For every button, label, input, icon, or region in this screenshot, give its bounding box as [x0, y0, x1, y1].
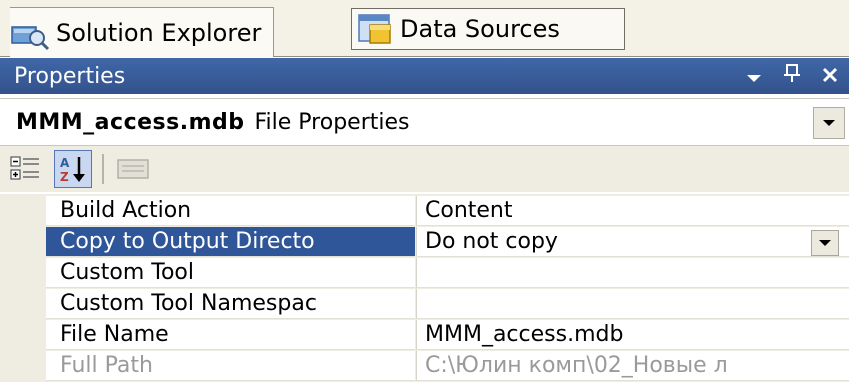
- close-icon: [822, 67, 838, 82]
- window-position-button[interactable]: [735, 64, 773, 89]
- property-name: File Name: [46, 320, 415, 350]
- categorized-icon: [10, 156, 39, 180]
- object-name: MMM_access.mdb: [16, 109, 245, 135]
- title-bar-buttons: [735, 58, 849, 94]
- toolbar-separator: [102, 154, 104, 184]
- object-selector[interactable]: MMM_access.mdb File Properties: [0, 98, 849, 146]
- pin-icon: [784, 64, 800, 82]
- property-value[interactable]: [416, 258, 849, 288]
- solution-explorer-icon: [10, 13, 50, 53]
- property-name: Custom Tool: [46, 258, 415, 288]
- property-row-custom-tool[interactable]: Custom Tool: [46, 258, 849, 289]
- property-value[interactable]: Content: [416, 196, 849, 226]
- tool-window-tab-strip: Solution Explorer Data Sources: [0, 0, 849, 57]
- tab-solution-explorer[interactable]: Solution Explorer: [10, 7, 275, 57]
- property-name: Copy to Output Directo: [46, 227, 415, 257]
- auto-hide-button[interactable]: [773, 63, 811, 89]
- property-name: Custom Tool Namespac: [46, 289, 415, 319]
- chevron-down-icon: [819, 240, 831, 246]
- object-type: File Properties: [254, 109, 410, 135]
- property-row-full-path[interactable]: Full Path C:\Юлин комп\02_Новые л: [46, 351, 849, 382]
- close-button[interactable]: [811, 64, 849, 89]
- property-pages-button[interactable]: [114, 150, 152, 188]
- tab-data-sources[interactable]: Data Sources: [351, 8, 625, 50]
- property-value[interactable]: MMM_access.mdb: [416, 320, 849, 350]
- panel-title: Properties: [14, 63, 126, 89]
- data-sources-icon: [356, 9, 396, 49]
- property-value[interactable]: [416, 289, 849, 319]
- svg-text:A: A: [60, 156, 70, 170]
- object-selector-dropdown-button[interactable]: [813, 107, 845, 139]
- tab-label: Data Sources: [400, 15, 560, 43]
- property-row-copy-to-output[interactable]: Copy to Output Directo Do not copy: [46, 227, 849, 258]
- svg-text:Z: Z: [60, 170, 69, 184]
- property-name: Build Action: [46, 196, 415, 226]
- property-pages-icon: [117, 159, 149, 179]
- property-value-dropdown[interactable]: Do not copy: [416, 227, 849, 257]
- property-grid: Build Action Content Copy to Output Dire…: [0, 194, 849, 382]
- properties-toolbar: A Z: [0, 146, 849, 192]
- categorized-button[interactable]: [6, 150, 44, 188]
- property-name: Full Path: [46, 351, 415, 381]
- chevron-down-icon: [823, 120, 835, 126]
- property-row-file-name[interactable]: File Name MMM_access.mdb: [46, 320, 849, 351]
- alphabetical-sort-icon: A Z: [60, 156, 85, 184]
- properties-title-bar: Properties: [0, 58, 849, 94]
- property-value: Do not copy: [425, 229, 558, 254]
- property-row-build-action[interactable]: Build Action Content: [46, 196, 849, 227]
- alphabetical-button[interactable]: A Z: [54, 150, 92, 188]
- property-value: C:\Юлин комп\02_Новые л: [416, 351, 849, 381]
- dropdown-arrow-icon: [747, 74, 761, 82]
- property-row-custom-tool-namespace[interactable]: Custom Tool Namespac: [46, 289, 849, 320]
- value-dropdown-button[interactable]: [811, 230, 839, 256]
- tab-label: Solution Explorer: [56, 18, 262, 47]
